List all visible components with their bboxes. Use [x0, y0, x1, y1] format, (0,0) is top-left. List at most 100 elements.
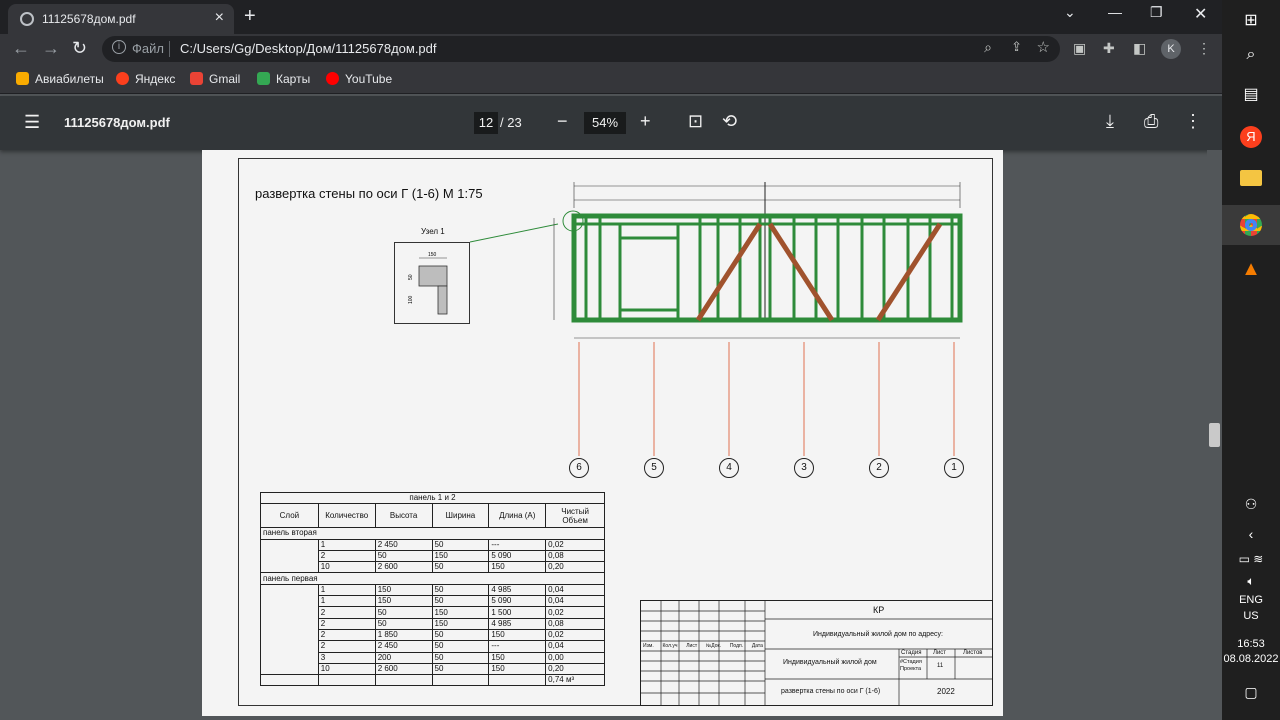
tab-search-icon[interactable]: ⌄ — [1064, 4, 1076, 21]
profile-avatar[interactable]: K — [1161, 39, 1181, 59]
print-icon[interactable]: ⎙ — [1144, 111, 1158, 132]
forward-button[interactable]: → — [42, 38, 60, 59]
cell: 150 — [488, 651, 547, 664]
cell: 50 — [374, 606, 433, 619]
yandex-browser-icon[interactable]: Я — [1222, 126, 1280, 148]
side-panel-icon[interactable]: ◧ — [1133, 40, 1146, 57]
scrollbar-thumb[interactable] — [1209, 423, 1220, 447]
gmail-icon — [190, 72, 203, 85]
download-icon[interactable]: ⤓ — [1106, 111, 1114, 132]
cell: 1 500 — [488, 606, 547, 619]
region-indicator[interactable]: US — [1222, 610, 1280, 622]
lang-indicator[interactable]: ENG — [1222, 594, 1280, 606]
cell: 5 090 — [488, 595, 547, 608]
search-icon[interactable]: ⌕ — [1222, 46, 1280, 64]
cell: 150 — [431, 549, 490, 563]
axis-1: 1 — [944, 458, 964, 478]
more-menu-icon[interactable]: ⋮ — [1197, 40, 1211, 57]
clock-time[interactable]: 16:53 — [1222, 638, 1280, 650]
axis-3: 3 — [794, 458, 814, 478]
section-label: панель первая — [260, 572, 605, 585]
minimize-button[interactable]: — — [1108, 4, 1122, 20]
reload-button[interactable]: ↻ — [72, 38, 87, 59]
cell: 0,02 — [545, 628, 605, 642]
cell: 150 — [431, 617, 490, 630]
node-stud — [437, 285, 448, 315]
close-window-button[interactable]: ✕ — [1194, 4, 1207, 24]
battery-wifi-icon[interactable]: ▭ ≋ — [1222, 552, 1280, 566]
file-explorer-icon[interactable] — [1222, 170, 1280, 191]
title-block: Изм. Кол.уч Лист №Док. Подп. Дата КР Инд… — [640, 600, 993, 706]
task-view-icon[interactable]: ▤ — [1222, 84, 1280, 104]
cell: 0,04 — [545, 583, 605, 597]
cell: 2 450 — [374, 538, 433, 551]
extension-icon[interactable]: ▣ — [1073, 40, 1086, 57]
bookmark-gmail[interactable]: Gmail — [190, 72, 240, 86]
pdf-toolbar: ☰ 11125678дом.pdf 12 / 23 − 54% + ⊡ ⟲ ⤓ … — [0, 96, 1222, 150]
rotate-icon[interactable]: ⟲ — [722, 111, 737, 132]
table-row: 12 450 50 --- 0,02 — [260, 538, 605, 574]
cell: 50 — [374, 617, 433, 630]
chrome-icon[interactable] — [1222, 205, 1280, 245]
stamp-sheets-label: Листов — [963, 650, 983, 656]
axis-5: 5 — [644, 458, 664, 478]
total-volume: 0,74 м³ — [545, 674, 605, 687]
cell: 50 — [431, 538, 490, 551]
bookmark-label: Gmail — [209, 72, 241, 86]
share-icon[interactable]: ⇪ — [1011, 39, 1022, 55]
cell: 2 — [317, 640, 376, 653]
bookmark-aviabilety[interactable]: Авиабилеты — [16, 72, 104, 86]
people-icon[interactable]: ⚇ — [1222, 496, 1280, 513]
braces — [695, 222, 943, 322]
restore-button[interactable]: ❐ — [1150, 4, 1163, 21]
vlc-icon[interactable]: ▲ — [1222, 258, 1280, 281]
stamp-year: 2022 — [937, 687, 955, 696]
windows-start-icon[interactable]: ⊞ — [1222, 10, 1280, 30]
url-text[interactable]: C:/Users/Gg/Desktop/Дом/11125678дом.pdf — [180, 41, 437, 56]
zoom-icon[interactable]: ⌕ — [984, 39, 992, 56]
close-tab-icon[interactable]: × — [215, 9, 224, 27]
cell: 2 — [317, 628, 376, 642]
info-icon[interactable]: i — [112, 40, 126, 54]
cell: 50 — [431, 651, 490, 664]
menu-icon[interactable]: ☰ — [24, 112, 40, 133]
windows-taskbar: ⊞ ⌕ ▤ Я ▲ ⚇ ‹ ▭ ≋ 🔈︎ ENG US 16:53 08.08.… — [1222, 0, 1280, 720]
chevron-left-icon[interactable]: ‹ — [1222, 526, 1280, 542]
stamp-col-header: №Док. — [705, 643, 722, 649]
back-button[interactable]: ← — [12, 38, 30, 59]
clock-date[interactable]: 08.08.2022 — [1222, 653, 1280, 665]
cell: 0,02 — [545, 606, 605, 619]
stamp-sheet-title: развертка стены по оси Г (1-6) — [781, 688, 881, 695]
divider — [169, 41, 170, 57]
fit-page-icon[interactable]: ⊡ — [688, 111, 703, 132]
bookmark-maps[interactable]: Карты — [257, 72, 310, 86]
bookmark-star-icon[interactable]: ☆ — [1037, 38, 1050, 56]
cell: 2 — [317, 617, 376, 630]
stamp-stage-value: #Стадия Проекта — [900, 659, 922, 672]
notifications-icon[interactable]: ▢ — [1222, 684, 1280, 701]
new-tab-button[interactable]: + — [244, 5, 256, 28]
zoom-input[interactable]: 54% — [584, 112, 626, 134]
browser-tab[interactable]: 11125678дом.pdf × — [8, 4, 234, 34]
col-header: Количество — [317, 503, 376, 529]
volume-icon[interactable]: 🔈︎ — [1222, 574, 1280, 589]
cell: 4 985 — [488, 617, 547, 630]
cell: 2 450 — [374, 640, 433, 653]
cell: 1 — [317, 595, 376, 608]
more-actions-icon[interactable]: ⋮ — [1184, 111, 1202, 132]
axis-6: 6 — [569, 458, 589, 478]
node-dim-stud: 100 — [408, 295, 414, 304]
cell: 150 — [488, 628, 547, 642]
globe-icon — [20, 12, 34, 26]
stamp-address: Индивидуальный жилой дом по адресу: — [813, 631, 943, 638]
zoom-in-button[interactable]: + — [640, 111, 651, 132]
bookmark-youtube[interactable]: YouTube — [326, 72, 392, 86]
puzzle-icon[interactable]: ✚ — [1103, 40, 1115, 57]
stamp-code: КР — [873, 605, 885, 615]
col-header: Длина (А) — [488, 503, 547, 529]
bookmark-yandex[interactable]: Яндекс — [116, 72, 175, 86]
zoom-out-button[interactable]: − — [557, 111, 568, 132]
cell: 0,02 — [545, 538, 605, 551]
address-bar[interactable]: i Файл C:/Users/Gg/Desktop/Дом/11125678д… — [102, 36, 1060, 62]
page-number-input[interactable]: 12 — [474, 112, 498, 134]
